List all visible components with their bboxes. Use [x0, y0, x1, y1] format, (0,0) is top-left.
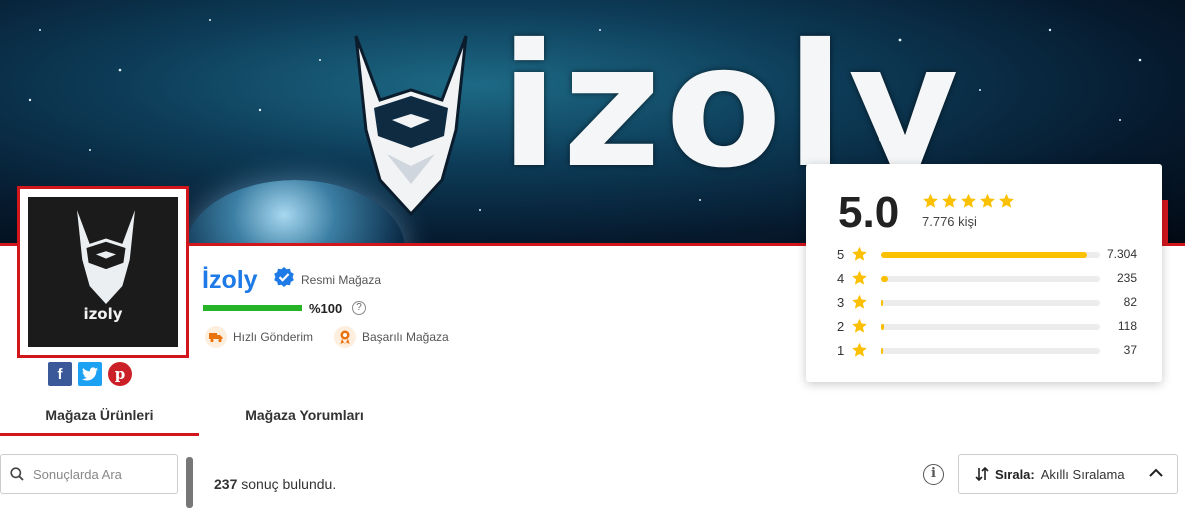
- results-search[interactable]: [0, 454, 178, 494]
- pinterest-share-button[interactable]: p: [108, 362, 132, 386]
- result-number: 237: [214, 476, 238, 492]
- search-icon: [10, 467, 24, 481]
- info-icon[interactable]: i: [923, 464, 944, 485]
- successful-store-badge: Başarılı Mağaza: [334, 326, 449, 348]
- seller-rating-bar: [203, 305, 302, 311]
- rating-distribution-row[interactable]: 1 37: [837, 342, 1137, 360]
- twitter-share-button[interactable]: [78, 362, 102, 386]
- fast-shipping-label: Hızlı Gönderim: [233, 330, 314, 344]
- result-count: 237 sonuç bulundu.: [214, 476, 336, 492]
- star-icon: [942, 193, 957, 208]
- distribution-fill: [881, 276, 888, 282]
- fast-shipping-badge: Hızlı Gönderim: [205, 326, 313, 348]
- distribution-track: [881, 252, 1100, 258]
- distribution-track: [881, 348, 1100, 354]
- average-score: 5.0: [838, 188, 900, 237]
- rating-summary-card: 5.0 7.776 kişi 5 7.304 4 235 3 82 2 118 …: [806, 164, 1162, 382]
- successful-store-label: Başarılı Mağaza: [362, 330, 449, 344]
- star-icon: [852, 318, 867, 333]
- star-count: 7.304: [1106, 247, 1137, 261]
- search-input[interactable]: [33, 466, 163, 482]
- star-icon: [923, 193, 938, 208]
- logo-wordmark: izoly: [83, 305, 123, 323]
- seller-rating-percent: %100: [309, 301, 343, 316]
- star-icon: [852, 246, 867, 261]
- star-level: 3: [837, 295, 845, 310]
- truck-icon: [205, 326, 227, 348]
- distribution-track: [881, 324, 1100, 330]
- verified-badge-icon: [274, 267, 294, 287]
- tab-store-products[interactable]: Mağaza Ürünleri: [0, 397, 199, 436]
- star-count: 37: [1123, 343, 1137, 357]
- store-name[interactable]: İzoly: [202, 266, 258, 295]
- star-level: 2: [837, 319, 845, 334]
- filter-scrollbar[interactable]: [186, 457, 193, 508]
- rating-help-icon[interactable]: ?: [352, 301, 366, 315]
- distribution-fill: [881, 252, 1087, 258]
- rating-distribution-row[interactable]: 3 82: [837, 294, 1137, 312]
- official-store-label: Resmi Mağaza: [301, 273, 382, 287]
- rating-distribution-row[interactable]: 4 235: [837, 270, 1137, 288]
- twitter-icon: [82, 367, 98, 381]
- star-icon: [961, 193, 976, 208]
- store-logo[interactable]: izoly: [17, 186, 189, 358]
- star-icon: [980, 193, 995, 208]
- star-level: 5: [837, 247, 845, 262]
- star-level: 4: [837, 271, 845, 286]
- star-icon: [852, 270, 867, 285]
- helmet-logo-icon: [354, 35, 468, 216]
- distribution-fill: [881, 324, 885, 330]
- sort-label: Sırala:: [995, 466, 1035, 482]
- pinterest-icon: p: [114, 365, 126, 383]
- result-suffix: sonuç bulundu.: [237, 476, 337, 492]
- rating-distribution-row[interactable]: 2 118: [837, 318, 1137, 336]
- star-icon: [852, 294, 867, 309]
- facebook-icon: f: [57, 365, 63, 383]
- star-icon: [852, 342, 867, 357]
- tab-label: Mağaza Yorumları: [245, 407, 364, 423]
- star-level: 1: [837, 343, 845, 358]
- distribution-fill: [881, 300, 884, 306]
- sort-value: Akıllı Sıralama: [1040, 466, 1125, 482]
- store-logo-image: izoly: [28, 197, 178, 347]
- award-icon: [334, 326, 356, 348]
- tab-store-reviews[interactable]: Mağaza Yorumları: [205, 397, 404, 436]
- star-icon: [999, 193, 1014, 208]
- star-count: 235: [1116, 271, 1137, 285]
- chevron-up-icon: [1149, 468, 1163, 477]
- rating-distribution-row[interactable]: 5 7.304: [837, 246, 1137, 264]
- store-page: izoly izoly f p İzoly Resmi Mağaza %100: [0, 0, 1185, 508]
- sort-dropdown[interactable]: Sırala: Akıllı Sıralama: [958, 454, 1178, 494]
- tab-label: Mağaza Ürünleri: [45, 407, 154, 423]
- sort-icon: [975, 467, 989, 481]
- star-count: 82: [1123, 295, 1137, 309]
- facebook-share-button[interactable]: f: [48, 362, 72, 386]
- star-rating: [922, 193, 1015, 209]
- distribution-track: [881, 276, 1100, 282]
- distribution-track: [881, 300, 1100, 306]
- star-count: 118: [1117, 319, 1137, 333]
- reviewer-count: 7.776 kişi: [922, 214, 977, 229]
- distribution-fill: [881, 348, 884, 354]
- helmet-icon: [76, 210, 136, 304]
